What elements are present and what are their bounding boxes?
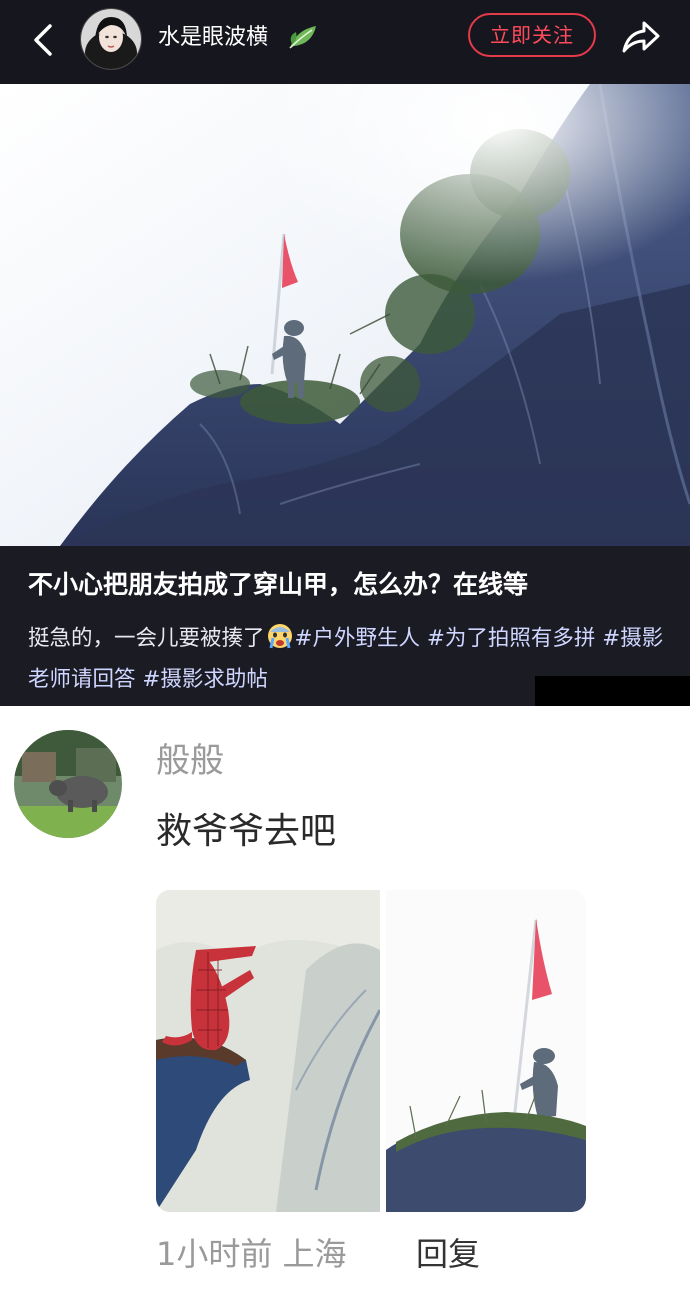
hashtag-link[interactable]: #为了拍照有多拼	[427, 626, 596, 651]
author-avatar[interactable]	[80, 8, 142, 70]
back-button[interactable]	[24, 18, 64, 62]
post-title: 不小心把朋友拍成了穿山甲，怎么办？在线等	[28, 570, 529, 599]
comment-text: 救爷爷去吧	[156, 811, 337, 852]
redaction-bar	[535, 676, 690, 706]
share-arrow-icon	[622, 21, 660, 53]
chevron-left-icon	[34, 24, 52, 56]
commenter-avatar[interactable]	[14, 730, 122, 838]
hashtag-link[interactable]: #摄影求助帖	[142, 667, 268, 692]
crying-face-emoji-icon	[267, 624, 292, 649]
top-app-bar: 水是眼波横 立即关注	[0, 0, 690, 84]
follow-button[interactable]: 立即关注	[468, 13, 596, 57]
hashtag-link[interactable]: #户外野生人	[295, 626, 421, 651]
post-body-text: 挺急的，一会儿要被揍了	[28, 626, 265, 651]
post-photo[interactable]	[0, 84, 690, 546]
comment-image-cartoon[interactable]	[156, 890, 380, 1212]
leaf-icon	[289, 26, 316, 49]
author-username[interactable]: 水是眼波横	[158, 22, 268, 54]
comment-time: 1小时前	[156, 1235, 273, 1273]
comment-author[interactable]: 般般	[156, 738, 224, 784]
share-button[interactable]	[620, 17, 662, 57]
post-caption: 不小心把朋友拍成了穿山甲，怎么办？在线等 挺急的，一会儿要被揍了 #户外野生人 …	[0, 546, 690, 706]
comment-image-photo[interactable]	[386, 890, 586, 1212]
comment-meta: 1小时前 上海	[156, 1232, 347, 1276]
reply-button[interactable]: 回复	[416, 1232, 480, 1276]
comment-location: 上海	[282, 1235, 347, 1273]
